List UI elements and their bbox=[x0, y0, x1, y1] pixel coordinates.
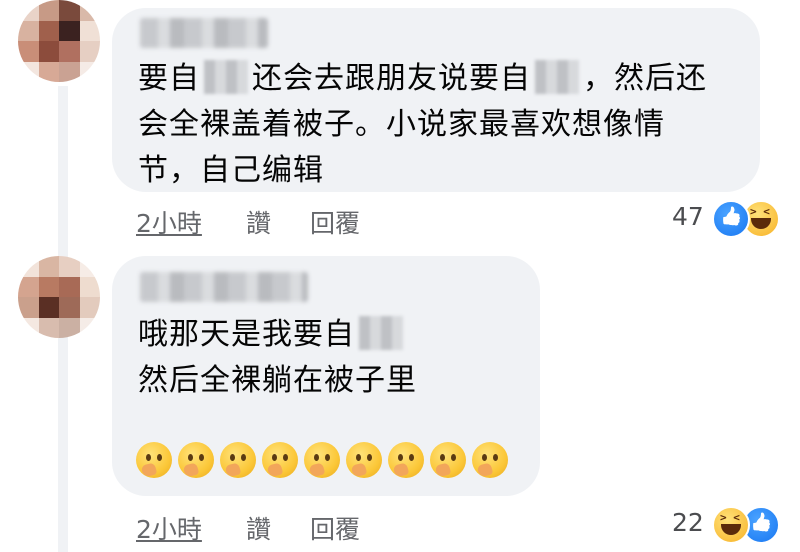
timestamp-link[interactable]: 2小時 bbox=[136, 510, 202, 546]
like-button[interactable]: 讚 bbox=[246, 204, 271, 240]
censored-word bbox=[535, 60, 579, 94]
commenter-name-redacted[interactable] bbox=[140, 18, 268, 48]
reaction-count[interactable]: 22 bbox=[672, 508, 704, 537]
reply-button[interactable]: 回覆 bbox=[310, 510, 360, 546]
thinking-face-emoji bbox=[304, 442, 340, 478]
comment-text-line: 哦那天是我要自 bbox=[138, 312, 407, 358]
haha-icon bbox=[712, 506, 750, 544]
comment-bubble: 要自 还会去跟朋友说要自 ，然后还 会全裸盖着被子。小说家最喜欢想像情 节，自己编辑 bbox=[112, 8, 760, 192]
reaction-count[interactable]: 47 bbox=[672, 202, 704, 231]
commenter-name-redacted[interactable] bbox=[140, 272, 308, 302]
thinking-face-emoji bbox=[472, 442, 508, 478]
thinking-face-emoji bbox=[346, 442, 382, 478]
comment-text-line: 然后全裸躺在被子里 bbox=[138, 363, 417, 398]
comment-text-line: 要自 还会去跟朋友说要自 ，然后还 bbox=[138, 60, 707, 96]
comment-bubble: 哦那天是我要自 然后全裸躺在被子里 bbox=[112, 256, 540, 496]
thinking-face-emoji bbox=[388, 442, 424, 478]
avatar[interactable] bbox=[18, 256, 100, 338]
timestamp-link[interactable]: 2小時 bbox=[136, 204, 202, 240]
emoji-row bbox=[136, 442, 508, 478]
thinking-face-emoji bbox=[136, 442, 172, 478]
comment-text-line: 会全裸盖着被子。小说家最喜欢想像情 bbox=[138, 107, 665, 142]
thinking-face-emoji bbox=[262, 442, 298, 478]
avatar[interactable] bbox=[18, 0, 100, 82]
thinking-face-emoji bbox=[178, 442, 214, 478]
reply-button[interactable]: 回覆 bbox=[310, 204, 360, 240]
like-button[interactable]: 讚 bbox=[246, 510, 271, 546]
like-icon bbox=[712, 200, 750, 238]
censored-word bbox=[204, 60, 248, 94]
censored-word bbox=[359, 316, 403, 350]
thinking-face-emoji bbox=[220, 442, 256, 478]
comment-text-line: 节，自己编辑 bbox=[138, 153, 324, 188]
thinking-face-emoji bbox=[430, 442, 466, 478]
